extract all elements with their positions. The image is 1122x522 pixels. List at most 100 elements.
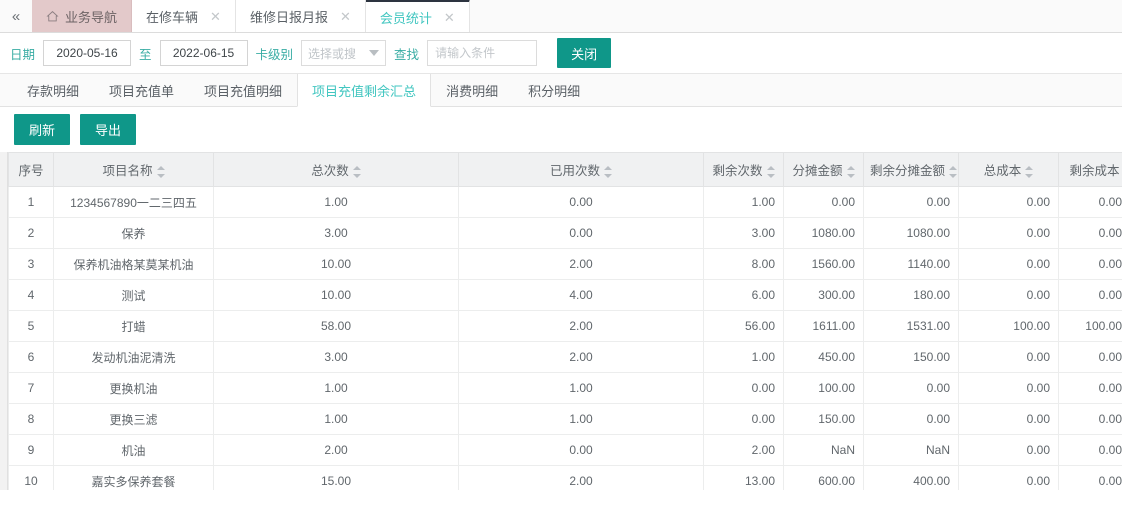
- cell-idx: 8: [8, 403, 54, 435]
- cell-cost: 100.00: [958, 310, 1059, 342]
- cell-idx: 1: [8, 186, 54, 218]
- column-header-label: 剩余次数: [712, 164, 763, 178]
- cell-name: 更换三滤: [53, 403, 214, 435]
- date-end-input[interactable]: [159, 40, 248, 66]
- double-chevron-left-icon[interactable]: «: [0, 0, 32, 32]
- sub-tab-4[interactable]: 项目充值剩余汇总: [297, 74, 432, 107]
- sort-toggle-icon[interactable]: [156, 165, 165, 178]
- cell-remain: 0.00: [703, 403, 784, 435]
- cell-name: 保养机油格某莫某机油: [53, 248, 214, 280]
- close-tab-icon[interactable]: ✕: [340, 10, 351, 23]
- cell-total: 1.00: [213, 372, 459, 404]
- cell-remain_amt: 1531.00: [863, 310, 959, 342]
- sub-tab-3[interactable]: 项目充值明细: [189, 74, 297, 106]
- table-row[interactable]: 7 更换机油 1.00 1.00 0.00 100.00 0.00 0.00 0.00: [8, 372, 1122, 404]
- cell-total: 10.00: [213, 248, 459, 280]
- sub-tab-6[interactable]: 积分明细: [513, 74, 595, 106]
- sub-tab-1[interactable]: 存款明细: [12, 74, 94, 106]
- column-header-total[interactable]: 总次数: [213, 152, 459, 187]
- cell-cost: 0.00: [958, 465, 1059, 490]
- table-row[interactable]: 1 1234567890一二三四五 1.00 0.00 1.00 0.00 0.00 0.00…: [8, 186, 1122, 218]
- cell-remain_cost: 0.00: [1058, 372, 1122, 404]
- cell-name: 嘉实多保养套餐: [53, 465, 214, 490]
- cell-cost: 0.00: [958, 434, 1059, 466]
- sort-toggle-icon[interactable]: [604, 165, 612, 178]
- data-table-area: 序号 项目名称 总次数 已用次数 剩余次数 分摊金额 剩余分摊金额 总成本 剩余成本 1 1234…: [0, 152, 1122, 490]
- sub-tab-bar: 存款明细 项目充值单 项目充值明细 项目充值剩余汇总 消费明细 积分明细: [0, 74, 1122, 107]
- cell-cost: 0.00: [958, 403, 1059, 435]
- sort-toggle-icon[interactable]: [352, 165, 361, 178]
- cell-total: 15.00: [213, 465, 459, 490]
- table-row[interactable]: 6 发动机油泥清洗 3.00 2.00 1.00 450.00 150.00 0.00 0.00: [8, 341, 1122, 373]
- cell-amount: 300.00: [783, 279, 864, 311]
- cell-idx: 3: [8, 248, 54, 280]
- sub-tab-label: 积分明细: [528, 83, 581, 99]
- cell-remain: 6.00: [703, 279, 784, 311]
- column-header-remain[interactable]: 剩余次数: [703, 152, 784, 187]
- cell-used: 0.00: [458, 434, 704, 466]
- cell-amount: 1611.00: [783, 310, 864, 342]
- cell-cost: 0.00: [958, 186, 1059, 218]
- card-level-select[interactable]: 选择或搜: [301, 40, 387, 66]
- table-row[interactable]: 10 嘉实多保养套餐 15.00 2.00 13.00 600.00 400.00 0.00 0…: [8, 465, 1122, 490]
- top-tab-2[interactable]: 在修车辆 ✕: [132, 0, 236, 32]
- card-level-label: 卡级别: [255, 47, 294, 62]
- cell-used: 0.00: [458, 217, 704, 249]
- table-row[interactable]: 5 打蜡 58.00 2.00 56.00 1611.00 1531.00 100.00 100…: [8, 310, 1122, 342]
- cell-total: 10.00: [213, 279, 459, 311]
- column-header-used[interactable]: 已用次数: [458, 152, 704, 187]
- cell-remain_cost: 0.00: [1058, 341, 1122, 373]
- cell-remain_cost: 0.00: [1058, 279, 1122, 311]
- close-tab-icon[interactable]: ✕: [444, 11, 455, 24]
- sub-tab-5[interactable]: 消费明细: [431, 74, 513, 106]
- date-start-input[interactable]: [43, 40, 132, 66]
- cell-remain_amt: 180.00: [863, 279, 959, 311]
- table-row[interactable]: 3 保养机油格某莫某机油 10.00 2.00 8.00 1560.00 1140.00 0.…: [8, 248, 1122, 280]
- project-balance-table: 序号 项目名称 总次数 已用次数 剩余次数 分摊金额 剩余分摊金额 总成本 剩余成本 1 1234…: [8, 152, 1122, 490]
- column-header-cost[interactable]: 总成本: [958, 152, 1059, 187]
- cell-remain_cost: 0.00: [1058, 248, 1122, 280]
- table-row[interactable]: 9 机油 2.00 0.00 2.00 NaN NaN 0.00 0.00: [8, 434, 1122, 466]
- sort-toggle-icon[interactable]: [846, 165, 855, 178]
- cell-amount: 1560.00: [783, 248, 864, 280]
- vertical-scrollbar[interactable]: [0, 152, 8, 490]
- column-header-name[interactable]: 项目名称: [53, 152, 214, 187]
- top-tab-4[interactable]: 会员统计 ✕: [365, 0, 470, 32]
- table-row[interactable]: 2 保养 3.00 0.00 3.00 1080.00 1080.00 0.00 0.00: [8, 217, 1122, 249]
- column-header-amount[interactable]: 分摊金额: [783, 152, 864, 187]
- refresh-button[interactable]: 刷新: [14, 114, 70, 145]
- cell-remain_amt: 1080.00: [863, 217, 959, 249]
- cell-used: 0.00: [458, 186, 704, 218]
- cell-name: 1234567890一二三四五: [53, 186, 214, 218]
- column-header-label: 项目名称: [102, 164, 153, 178]
- sort-toggle-icon[interactable]: [1025, 165, 1034, 178]
- cell-used: 1.00: [458, 372, 704, 404]
- table-row[interactable]: 8 更换三滤 1.00 1.00 0.00 150.00 0.00 0.00 0.00: [8, 403, 1122, 435]
- sort-toggle-icon[interactable]: [949, 165, 958, 178]
- column-header-label: 分摊金额: [792, 164, 843, 178]
- export-button[interactable]: 导出: [80, 114, 136, 145]
- cell-remain_amt: 1140.00: [863, 248, 959, 280]
- cell-cost: 0.00: [958, 217, 1059, 249]
- sub-tab-label: 存款明细: [27, 83, 80, 99]
- column-header-remain_amt[interactable]: 剩余分摊金额: [863, 152, 959, 187]
- cell-total: 58.00: [213, 310, 459, 342]
- top-tab-bar: « 业务导航 在修车辆 ✕ 维修日报月报 ✕ 会员统计 ✕: [0, 0, 1122, 33]
- top-tab-3[interactable]: 维修日报月报 ✕: [235, 0, 366, 32]
- table-row[interactable]: 4 测试 10.00 4.00 6.00 300.00 180.00 0.00 0.00: [8, 279, 1122, 311]
- cell-name: 机油: [53, 434, 214, 466]
- close-tab-icon[interactable]: ✕: [210, 10, 221, 23]
- date-between-label: 至: [139, 47, 152, 62]
- cell-remain_cost: 0.00: [1058, 403, 1122, 435]
- cell-amount: 600.00: [783, 465, 864, 490]
- close-button[interactable]: 关闭: [557, 38, 612, 68]
- keyword-input[interactable]: [427, 40, 538, 66]
- cell-remain: 1.00: [703, 186, 784, 218]
- sub-tab-2[interactable]: 项目充值单: [94, 74, 189, 106]
- sort-toggle-icon[interactable]: [766, 165, 775, 178]
- cell-remain_cost: 0.00: [1058, 434, 1122, 466]
- top-tab-1[interactable]: 业务导航: [32, 0, 133, 32]
- sub-tab-label: 消费明细: [446, 83, 499, 99]
- cell-remain: 2.00: [703, 434, 784, 466]
- column-header-label: 剩余分摊金额: [870, 164, 946, 178]
